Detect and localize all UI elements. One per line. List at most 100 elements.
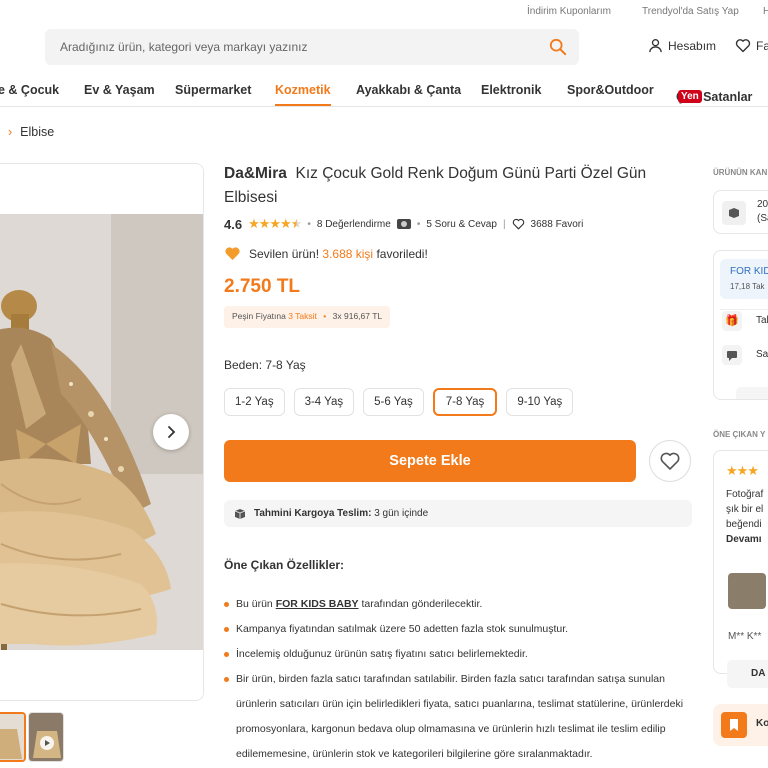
loved-prefix: Sevilen ürün! [249, 246, 320, 261]
reviewer-name: M** K** [728, 631, 762, 642]
loved-suffix: favoriledi! [376, 246, 428, 261]
coupons-link[interactable]: İndirim Kuponlarım [527, 6, 611, 17]
installment-amount: 3x 916,67 TL [332, 311, 383, 321]
nav-item-ayakkabi-canta[interactable]: Ayakkabı & Çanta [356, 83, 461, 97]
review-text: Fotoğraf şık bir el beğendi Devamı [726, 487, 763, 547]
new-badge: Yen [678, 90, 702, 103]
account-label: Hesabım [668, 38, 717, 53]
package-icon [234, 508, 246, 519]
campaigns-heading: ÜRÜNÜN KAN [713, 168, 768, 177]
collection-label: Ko [756, 718, 768, 729]
top-utility-bar: İndirim Kuponlarım Trendyol'da Satış Yap… [0, 0, 768, 22]
thumbnail-image [29, 713, 63, 761]
size-options: 1-2 Yaş 3-4 Yaş 5-6 Yaş 7-8 Yaş 9-10 Yaş [224, 388, 574, 416]
size-option-7-8[interactable]: 7-8 Yaş [432, 388, 498, 416]
chevron-right-icon: › [8, 125, 13, 139]
header: Aradığınız ürün, kategori veya markayı y… [0, 28, 768, 66]
bookmark-icon [721, 712, 747, 738]
seller-row: Sa [756, 349, 768, 360]
camera-icon [396, 219, 411, 229]
orange-heart-icon [225, 247, 240, 260]
reviews-heading: ÖNE ÇIKAN Y [713, 430, 766, 439]
nav-item-supermarket[interactable]: Süpermarket [175, 83, 251, 97]
questions-link[interactable]: 5 Soru & Cevap [426, 219, 497, 230]
reviews-link[interactable]: 8 Değerlendirme [317, 219, 391, 230]
product-price: 2.750 TL [224, 276, 301, 297]
size-option-3-4[interactable]: 3-4 Yaş [293, 388, 355, 416]
nav-item-kozmetik[interactable]: Kozmetik [275, 83, 331, 106]
seller-followers: 17,18 Tak [730, 282, 765, 291]
selected-size-text: 7-8 Yaş [265, 358, 306, 372]
user-icon [649, 39, 662, 53]
rating-score: 4.6 [224, 216, 243, 232]
next-image-button[interactable] [153, 414, 189, 450]
chat-icon [722, 345, 742, 365]
rating-row: 4.6 ★★★★ ★ • 8 Değerlendirme • 5 Soru & C… [224, 216, 584, 232]
delivery-value: 3 gün içinde [374, 508, 429, 519]
sell-link[interactable]: Trendyol'da Satış Yap [642, 6, 739, 17]
thumbnail-1[interactable] [0, 712, 26, 762]
feature-text: tarafından gönderilecektir. [361, 598, 483, 610]
category-nav: e & Çocuk Ev & Yaşam Süpermarket Kozmeti… [0, 76, 768, 107]
seller-name[interactable]: FOR KID [730, 266, 768, 277]
review-action-button[interactable]: DA [727, 660, 768, 688]
delivery-estimate: Tahmini Kargoya Teslim: 3 gün içinde [224, 500, 692, 527]
favorite-count: 3688 Favori [530, 218, 584, 230]
size-option-9-10[interactable]: 9-10 Yaş [506, 388, 574, 416]
review-action-label: DA [751, 668, 766, 679]
review-line: beğendi [726, 519, 762, 530]
campaign-card[interactable]: 20 (Sa [713, 190, 768, 234]
search-icon[interactable] [549, 38, 567, 56]
features-list: Bu ürün FOR KIDS BABY tarafından gönderi… [224, 592, 694, 767]
nav-item-spor-outdoor[interactable]: Spor&Outdoor [567, 83, 654, 97]
review-photo[interactable] [728, 573, 766, 609]
loved-banner: Sevilen ürün! 3.688 kişi favoriledi! [224, 246, 428, 261]
seller-header[interactable]: FOR KID 17,18 Tak [720, 259, 768, 299]
half-star-icon: ★ [290, 216, 303, 231]
heart-icon [660, 452, 680, 470]
nav-item-cocuk[interactable]: e & Çocuk [0, 83, 59, 97]
seller-row: Tal [756, 315, 768, 326]
add-to-cart-button[interactable]: Sepete Ekle [224, 440, 636, 482]
size-option-1-2[interactable]: 1-2 Yaş [224, 388, 285, 416]
campaign-text: (Sa [757, 213, 768, 224]
favorite-button[interactable] [649, 440, 691, 482]
loved-count: 3.688 kişi [322, 246, 374, 261]
favorites-button[interactable]: Fa [735, 38, 768, 53]
search-placeholder: Aradığınız ürün, kategori veya markayı y… [60, 40, 308, 54]
search-input[interactable]: Aradığınız ürün, kategori veya markayı y… [45, 29, 579, 65]
seller-card: FOR KID 17,18 Tak 🎁 Tal Sa [713, 250, 768, 400]
breadcrumb: › Elbise [8, 125, 54, 139]
brand-link[interactable]: Da&Mira [224, 165, 287, 182]
review-line: şık bir el [726, 504, 764, 515]
gift-icon: 🎁 [722, 311, 742, 331]
installment-badge: Peşin Fiyatına 3 Taksit • 3x 916,67 TL [224, 306, 391, 328]
account-button[interactable]: Hesabım [648, 38, 716, 53]
thumbnail-2[interactable] [28, 712, 64, 762]
product-title: Da&Mira Kız Çocuk Gold Renk Doğum Günü P… [224, 162, 694, 210]
star-rating-icon: ★★★★ [248, 216, 292, 231]
review-card: ★★★ Fotoğraf şık bir el beğendi Devamı M… [713, 450, 768, 674]
size-option-5-6[interactable]: 5-6 Yaş [363, 388, 424, 416]
favorites-label: Fa [756, 38, 768, 53]
list-item: Bu ürün FOR KIDS BABY tarafından gönderi… [224, 592, 694, 617]
installment-prefix: Peşin Fiyatına [232, 311, 286, 321]
nav-item-ev-yasam[interactable]: Ev & Yaşam [84, 83, 155, 97]
seller-button[interactable] [736, 387, 768, 399]
thumbnail-image [0, 714, 24, 760]
seller-link[interactable]: FOR KIDS BABY [276, 598, 359, 610]
list-item: Bir ürün, birden fazla satıcı tarafından… [224, 667, 694, 767]
help-link[interactable]: H [763, 6, 768, 17]
installment-highlight: 3 Taksit [288, 311, 317, 321]
delivery-label: Tahmini Kargoya Teslim: [254, 508, 372, 519]
size-label: Beden: 7-8 Yaş [224, 358, 306, 372]
size-label-text: Beden: [224, 358, 263, 372]
read-more-link[interactable]: Devamı [726, 534, 762, 545]
collection-button[interactable]: Ko [713, 704, 768, 746]
nav-item-elektronik[interactable]: Elektronik [481, 83, 541, 97]
chevron-right-icon [168, 426, 176, 438]
star-rating-icon: ★★★ [726, 463, 759, 478]
breadcrumb-item[interactable]: Elbise [20, 125, 54, 139]
list-item: Kampanya fiyatından satılmak üzere 50 ad… [224, 617, 694, 642]
product-name: Kız Çocuk Gold Renk Doğum Günü Parti Öze… [224, 165, 647, 206]
